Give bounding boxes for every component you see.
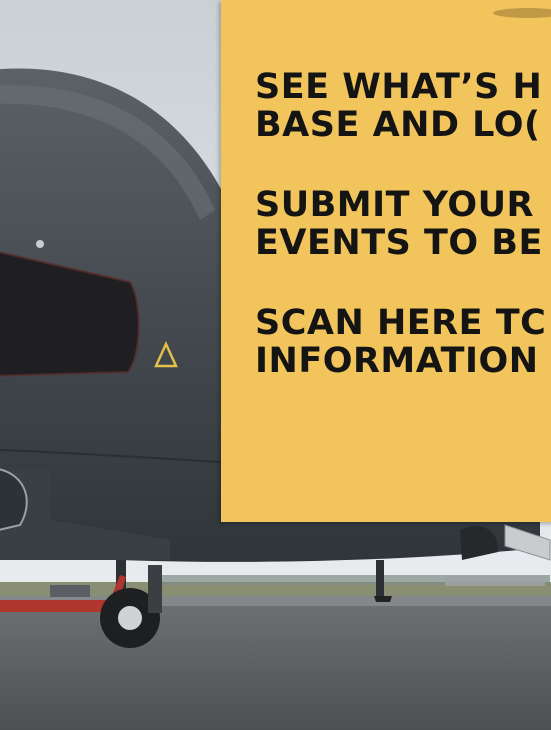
line-see-whats: SEE WHAT’S H [255,67,543,107]
distant-vehicles [445,576,545,586]
nose-wheel-hub [118,606,142,630]
message-see-whats-happening: SEE WHAT’S H BASE AND LO( [255,68,542,144]
line-scan-here: SCAN HERE TC [255,303,547,343]
line-events-to-be: EVENTS TO BE [255,223,543,263]
sensor-dot [36,240,44,248]
gear-arm [148,565,162,613]
tarmac [0,596,551,730]
rear-gear-strut [376,560,384,596]
flyer-scene: SEE WHAT’S H BASE AND LO( SUBMIT YOUR EV… [0,0,551,730]
line-submit-your: SUBMIT YOUR [255,185,534,225]
message-submit-events: SUBMIT YOUR EVENTS TO BE [255,186,543,262]
distant-car [50,585,90,597]
rear-gear-foot [374,596,392,602]
message-scan-here: SCAN HERE TC INFORMATION [255,304,546,380]
line-information: INFORMATION [255,341,539,381]
line-base-and-local: BASE AND LO( [255,105,541,145]
